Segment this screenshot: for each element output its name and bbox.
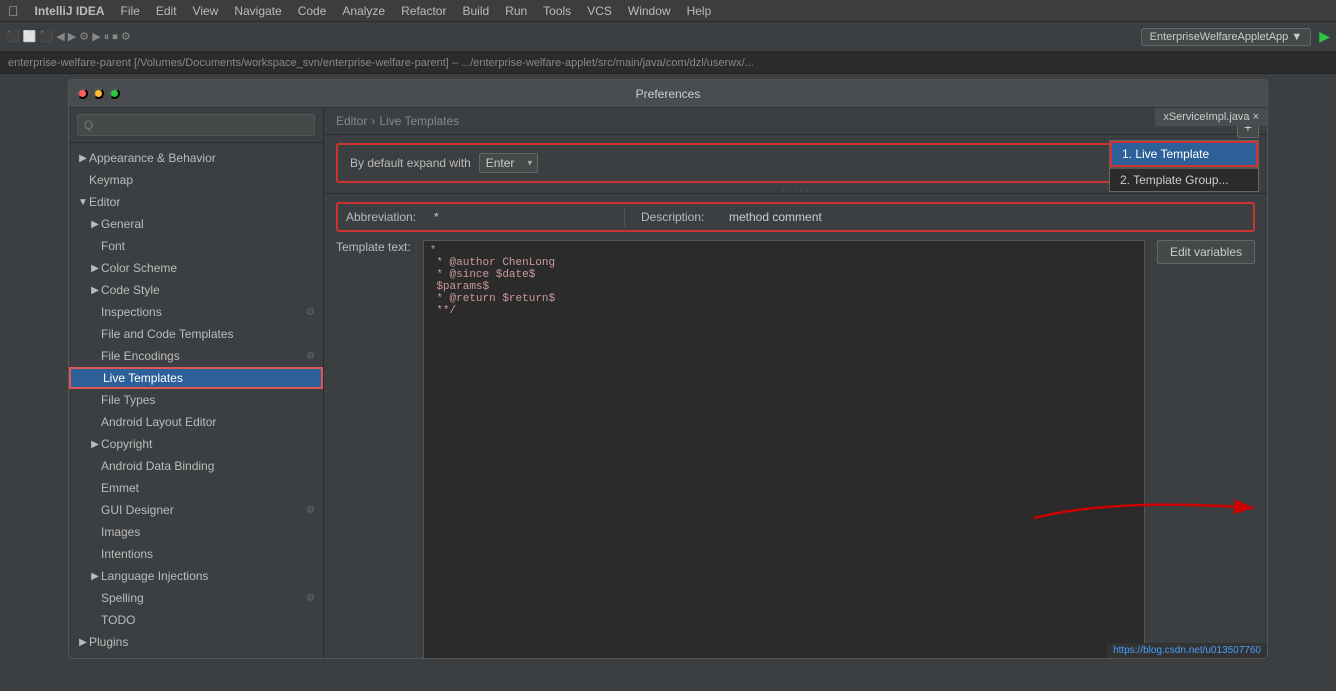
dialog-minimize-button[interactable] <box>93 88 104 99</box>
sidebar-item-plugins[interactable]: ▶ Plugins <box>69 631 323 653</box>
path-text: enterprise-welfare-parent [/Volumes/Docu… <box>8 57 754 69</box>
menu-help[interactable]: Help <box>687 4 712 18</box>
menu-build[interactable]: Build <box>462 4 489 18</box>
sidebar-item-live-templates[interactable]: Live Templates <box>69 367 323 389</box>
abbreviation-label: Abbreviation: <box>346 210 426 224</box>
sidebar-item-spelling[interactable]: Spelling ⚙ <box>69 587 323 609</box>
template-textarea[interactable]: * * @author ChenLong * @since $date$ $pa… <box>423 240 1145 658</box>
menu-window[interactable]: Window <box>628 4 671 18</box>
template-text-section: Template text: <box>336 240 411 254</box>
sidebar-item-appearance[interactable]: ▶ Appearance & Behavior <box>69 147 323 169</box>
arrow-icon: ▶ <box>77 153 89 164</box>
settings-sidebar: ▶ Appearance & Behavior Keymap ▼ Editor … <box>69 108 324 658</box>
app-name-menu[interactable]: IntelliJ IDEA <box>35 4 105 18</box>
menu-tools[interactable]: Tools <box>543 4 571 18</box>
menu-item-template-group[interactable]: 2. Template Group... <box>1110 169 1258 191</box>
preferences-dialog: Preferences ▶ Appearance & Behavior Keym… <box>68 79 1268 659</box>
editor-arrow-icon: ▼ <box>77 197 89 208</box>
sidebar-item-lang-injections[interactable]: ▶ Language Injections <box>69 565 323 587</box>
sidebar-item-file-templates[interactable]: File and Code Templates <box>69 323 323 345</box>
template-type-menu: 1. Live Template 2. Template Group... <box>1109 140 1259 192</box>
sidebar-item-inspections[interactable]: Inspections ⚙ <box>69 301 323 323</box>
menu-refactor[interactable]: Refactor <box>401 4 446 18</box>
plugins-arrow-icon: ▶ <box>77 637 89 648</box>
path-bar: enterprise-welfare-parent [/Volumes/Docu… <box>0 52 1336 74</box>
sidebar-item-general[interactable]: ▶ General <box>69 213 323 235</box>
codestyle-arrow-icon: ▶ <box>89 285 101 296</box>
menu-item-live-template[interactable]: 1. Live Template <box>1110 141 1258 167</box>
copyright-arrow-icon: ▶ <box>89 439 101 450</box>
gear-icon: ⚙ <box>306 307 315 318</box>
sidebar-item-android-data[interactable]: Android Data Binding <box>69 455 323 477</box>
dialog-close-button[interactable] <box>77 88 88 99</box>
breadcrumb-current: Live Templates <box>379 114 459 128</box>
sidebar-item-color-scheme[interactable]: ▶ Color Scheme <box>69 257 323 279</box>
description-input[interactable] <box>729 210 1245 224</box>
run-btn[interactable]: ▶ <box>1319 28 1330 45</box>
apple-menu[interactable]:  <box>8 3 19 19</box>
bottom-panel: Abbreviation: Description: Template text… <box>324 193 1267 658</box>
sidebar-item-emmet[interactable]: Emmet <box>69 477 323 499</box>
breadcrumb-parent: Editor <box>336 114 367 128</box>
sidebar-item-file-types[interactable]: File Types <box>69 389 323 411</box>
menu-analyze[interactable]: Analyze <box>342 4 385 18</box>
menu-vcs[interactable]: VCS <box>587 4 612 18</box>
main-toolbar: ⬛ ⬜ ⬛ ◀ ▶ ⚙ ▶ ⏸ ⏹ ⚙ EnterpriseWelfareApp… <box>0 22 1336 52</box>
expand-label: By default expand with <box>350 156 471 170</box>
expand-select[interactable]: Enter Tab Space <box>479 153 538 173</box>
description-label: Description: <box>641 210 721 224</box>
sidebar-item-gui-designer[interactable]: GUI Designer ⚙ <box>69 499 323 521</box>
lang-arrow-icon: ▶ <box>89 571 101 582</box>
template-text-label: Template text: <box>336 240 411 254</box>
mac-menu-bar:  IntelliJ IDEA File Edit View Navigate … <box>0 0 1336 22</box>
menu-file[interactable]: File <box>121 4 140 18</box>
file-tab[interactable]: xServiceImpl.java × <box>1155 108 1267 126</box>
general-arrow-icon: ▶ <box>89 219 101 230</box>
toolbar-icons: ⬛ ⬜ ⬛ ◀ ▶ ⚙ ▶ ⏸ ⏹ ⚙ <box>6 30 131 44</box>
search-box <box>69 108 323 143</box>
dialog-maximize-button[interactable] <box>109 88 120 99</box>
menu-view[interactable]: View <box>193 4 219 18</box>
sidebar-item-android-layout[interactable]: Android Layout Editor <box>69 411 323 433</box>
url-hint: https://blog.csdn.net/u013507760 <box>1107 643 1267 658</box>
menu-edit[interactable]: Edit <box>156 4 177 18</box>
run-config[interactable]: EnterpriseWelfareAppletApp ▼ <box>1141 28 1312 46</box>
dialog-title-bar: Preferences <box>69 80 1267 108</box>
sidebar-item-code-style[interactable]: ▶ Code Style <box>69 279 323 301</box>
sidebar-item-todo[interactable]: TODO <box>69 609 323 631</box>
abbreviation-row: Abbreviation: Description: <box>336 202 1255 232</box>
search-input[interactable] <box>77 114 315 136</box>
gear-icon-3: ⚙ <box>306 505 315 516</box>
abbreviation-input[interactable] <box>434 210 589 224</box>
menu-navigate[interactable]: Navigate <box>234 4 281 18</box>
edit-variables-button[interactable]: Edit variables <box>1157 240 1255 264</box>
sidebar-item-images[interactable]: Images <box>69 521 323 543</box>
content-area: Editor › Live Templates By default expan… <box>324 108 1267 658</box>
gear-icon-2: ⚙ <box>306 351 315 362</box>
sidebar-tree: ▶ Appearance & Behavior Keymap ▼ Editor … <box>69 143 323 658</box>
menu-code[interactable]: Code <box>298 4 327 18</box>
menu-run[interactable]: Run <box>505 4 527 18</box>
sidebar-item-editor[interactable]: ▼ Editor <box>69 191 323 213</box>
sidebar-item-font[interactable]: Font <box>69 235 323 257</box>
dialog-body: ▶ Appearance & Behavior Keymap ▼ Editor … <box>69 108 1267 658</box>
dialog-title: Preferences <box>636 87 701 101</box>
breadcrumb-sep: › <box>371 114 375 128</box>
breadcrumb: Editor › Live Templates <box>324 108 1267 135</box>
gear-icon-4: ⚙ <box>306 593 315 604</box>
color-arrow-icon: ▶ <box>89 263 101 274</box>
sidebar-item-file-encodings[interactable]: File Encodings ⚙ <box>69 345 323 367</box>
sidebar-item-keymap[interactable]: Keymap <box>69 169 323 191</box>
sidebar-item-intentions[interactable]: Intentions <box>69 543 323 565</box>
sidebar-item-copyright[interactable]: ▶ Copyright <box>69 433 323 455</box>
expand-select-wrap: Enter Tab Space <box>479 153 538 173</box>
